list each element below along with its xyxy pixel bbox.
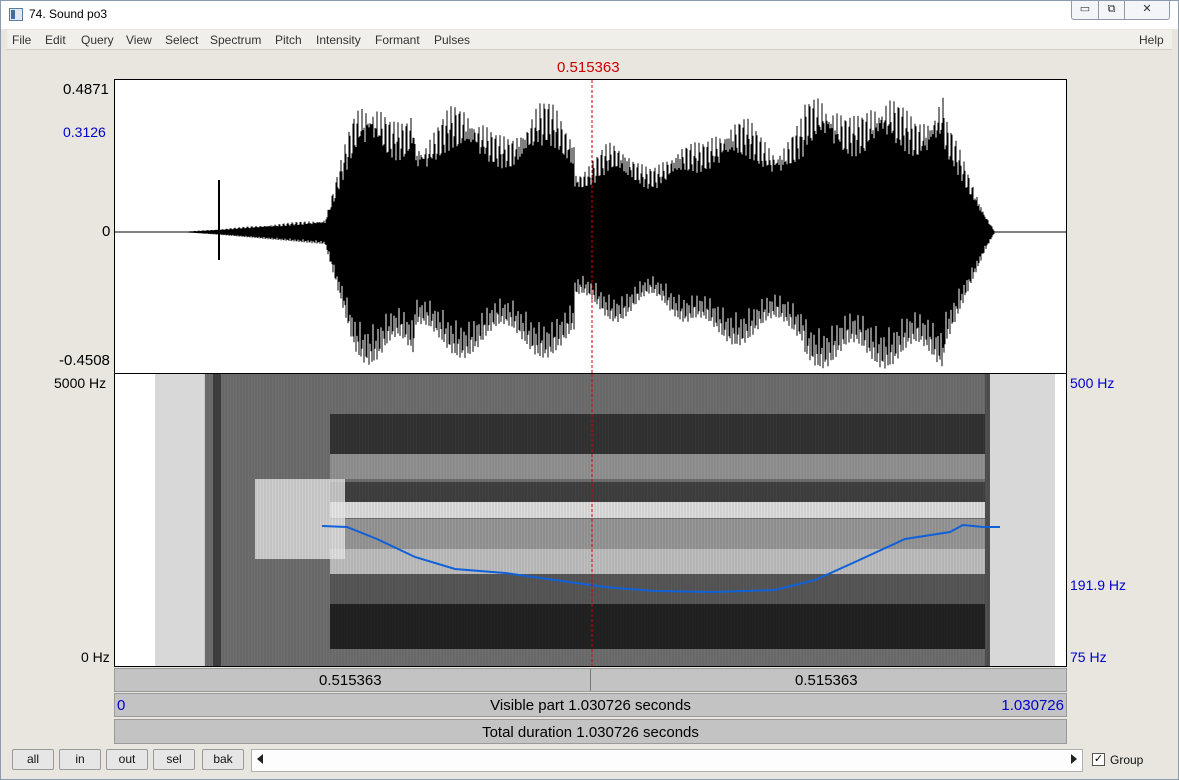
menu-view[interactable]: View <box>126 33 152 47</box>
title-bar: 74. Sound po3 ▭ ⧉ ✕ <box>1 1 1178 29</box>
visible-part-label: Visible part 1.030726 seconds <box>490 697 691 714</box>
interval-divider <box>590 669 591 691</box>
sound-editor-window: 74. Sound po3 ▭ ⧉ ✕ File Edit Query View… <box>0 0 1179 780</box>
spectrogram-plot <box>155 374 1055 666</box>
time-interval-bar[interactable]: 0.515363 0.515363 <box>114 668 1067 692</box>
menu-spectrum[interactable]: Spectrum <box>210 33 261 47</box>
menu-pulses[interactable]: Pulses <box>434 33 470 47</box>
group-label: Group <box>1110 753 1144 767</box>
waveform-zero-label: 0 <box>102 223 111 240</box>
pitch-mid-label: 191.9 Hz <box>1070 577 1127 593</box>
waveform-panel[interactable] <box>114 79 1067 373</box>
group-checkbox[interactable]: ✓ <box>1092 753 1105 766</box>
left-interval-label[interactable]: 0.515363 <box>319 672 382 689</box>
right-interval-label[interactable]: 0.515363 <box>795 672 858 689</box>
menu-edit[interactable]: Edit <box>45 33 66 47</box>
menu-intensity[interactable]: Intensity <box>316 33 361 47</box>
maximize-button[interactable]: ⧉ <box>1098 1 1125 20</box>
scroll-left-icon[interactable] <box>257 754 263 764</box>
close-button[interactable]: ✕ <box>1124 1 1170 20</box>
visible-end-label: 1.030726 <box>1001 697 1064 714</box>
visible-part-bar[interactable]: 0 Visible part 1.030726 seconds 1.030726 <box>114 693 1067 717</box>
zoom-all-button[interactable]: all <box>12 749 54 770</box>
time-scrollbar[interactable] <box>251 749 1083 772</box>
spectrogram-freq-max-label: 5000 Hz <box>54 375 107 391</box>
spectrogram-panel[interactable] <box>114 373 1067 667</box>
menu-select[interactable]: Select <box>165 33 198 47</box>
waveform-trace <box>115 97 1066 369</box>
window-icon <box>9 8 23 21</box>
waveform-level-label: 0.3126 <box>63 124 106 140</box>
minimize-button[interactable]: ▭ <box>1071 1 1099 20</box>
menu-file[interactable]: File <box>12 33 31 47</box>
zoom-out-button[interactable]: out <box>106 749 148 770</box>
scroll-right-icon[interactable] <box>1071 754 1077 764</box>
menu-pitch[interactable]: Pitch <box>275 33 302 47</box>
menu-query[interactable]: Query <box>81 33 114 47</box>
zoom-back-button[interactable]: bak <box>202 749 244 770</box>
waveform-plot <box>115 80 1066 373</box>
zoom-in-button[interactable]: in <box>59 749 101 770</box>
window-title: 74. Sound po3 <box>29 7 108 21</box>
pitch-bottom-label: 75 Hz <box>1070 649 1107 665</box>
cursor-time-label: 0.515363 <box>557 59 620 76</box>
zoom-selection-button[interactable]: sel <box>153 749 195 770</box>
waveform-min-label: -0.4508 <box>59 352 110 369</box>
pitch-top-label: 500 Hz <box>1070 375 1115 391</box>
menu-formant[interactable]: Formant <box>375 33 420 47</box>
total-duration-bar[interactable]: Total duration 1.030726 seconds <box>114 719 1067 744</box>
total-duration-label: Total duration 1.030726 seconds <box>482 724 699 741</box>
bottom-toolbar: all in out sel bak ✓ Group <box>9 746 1172 776</box>
waveform-max-label: 0.4871 <box>63 81 109 98</box>
menu-help[interactable]: Help <box>1139 33 1164 47</box>
spectrogram-freq-min-label: 0 Hz <box>81 649 110 665</box>
menu-bar: File Edit Query View Select Spectrum Pit… <box>7 30 1172 50</box>
